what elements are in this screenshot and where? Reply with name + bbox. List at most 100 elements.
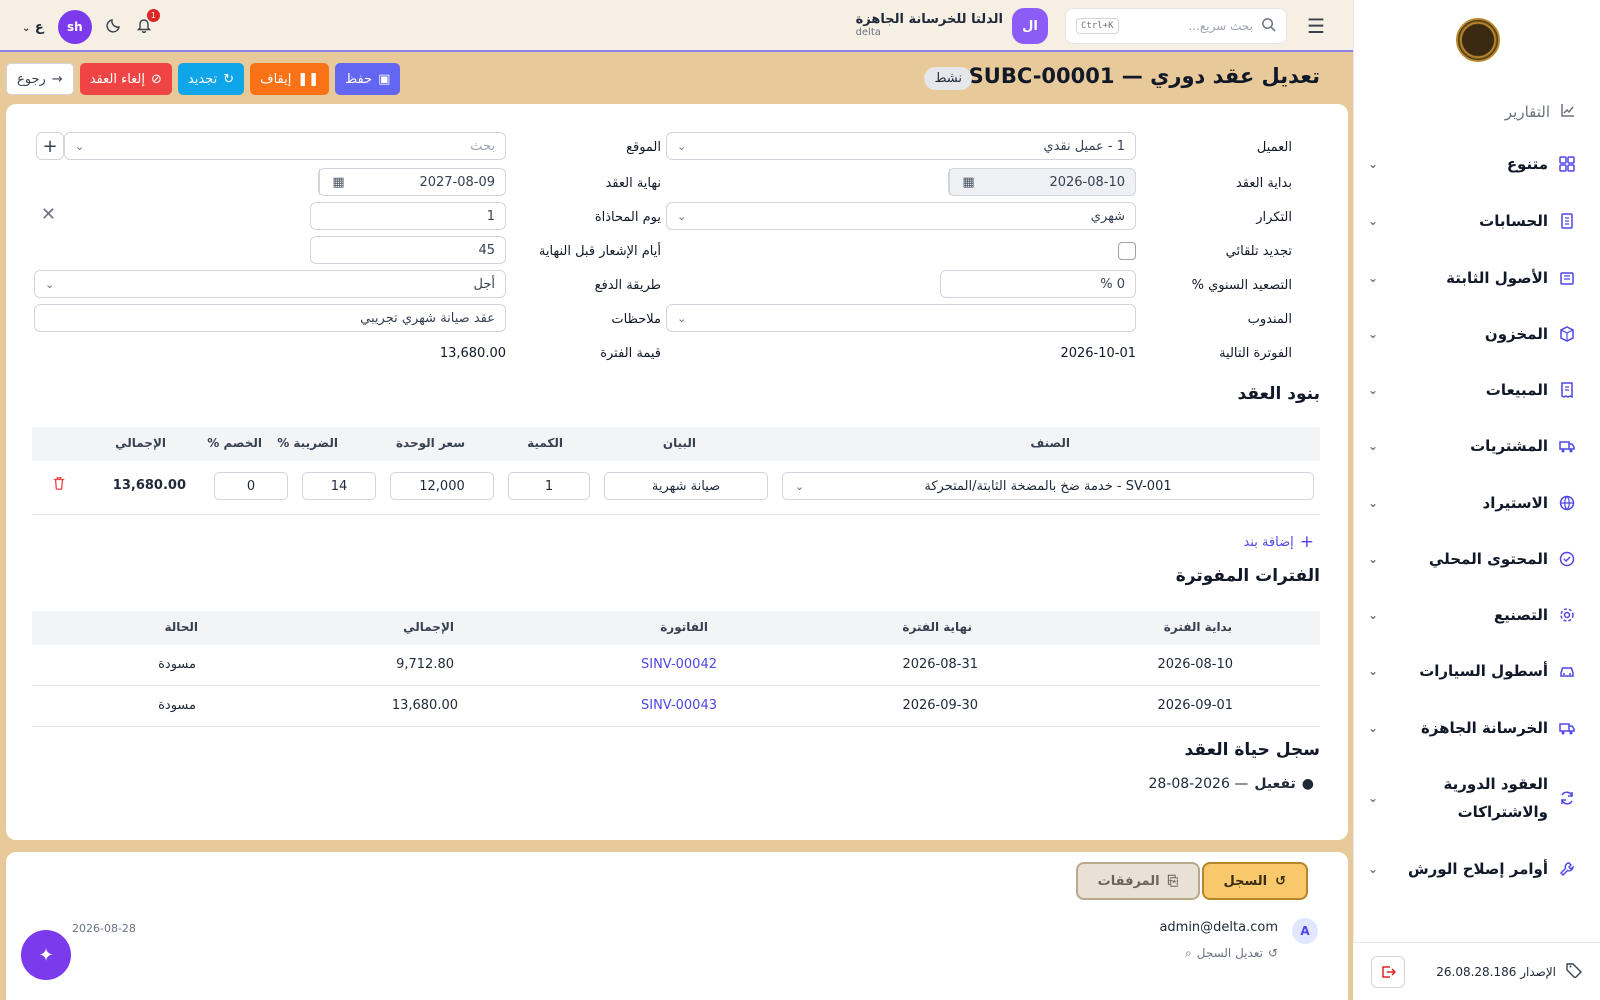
sidebar-item-subscriptions[interactable]: العقود الدورية والاشتراكات ⌄ bbox=[1368, 768, 1576, 828]
add-location-button[interactable]: + bbox=[36, 132, 64, 160]
sidebar-item-reports[interactable]: التقارير bbox=[1505, 98, 1576, 126]
sidebar-item-label: أوامر إصلاح الورش bbox=[1407, 860, 1548, 878]
customer-select[interactable]: 1 - عميل نقدي ⌄ bbox=[666, 132, 1136, 160]
sidebar-item-misc[interactable]: متنوع ⌄ bbox=[1368, 146, 1576, 182]
auto-renew-label: تجديد تلقائي bbox=[1225, 244, 1292, 259]
chevron-down-icon[interactable]: ⌄ bbox=[1368, 214, 1378, 228]
notice-days-input[interactable]: 45 bbox=[310, 236, 506, 264]
lines-divider bbox=[32, 514, 1320, 515]
chevron-down-icon[interactable]: ⌄ bbox=[1368, 721, 1378, 735]
truck-icon bbox=[1558, 719, 1576, 737]
notifications-bell-icon[interactable]: 1 bbox=[136, 9, 160, 37]
sidebar-item-sales[interactable]: المبيعات ⌄ bbox=[1368, 372, 1576, 408]
sidebar-item-accounts[interactable]: الحسابات ⌄ bbox=[1368, 203, 1576, 239]
cancel-contract-button[interactable]: ⊘ إلغاء العقد bbox=[79, 63, 172, 95]
chevron-down-icon[interactable]: ⌄ bbox=[1368, 383, 1378, 397]
notes-input[interactable]: عقد صيانة شهري تجريبي bbox=[34, 304, 506, 332]
sidebar-item-import[interactable]: الاستيراد ⌄ bbox=[1368, 485, 1576, 521]
chevron-down-icon: ⌄ bbox=[75, 139, 85, 153]
start-date-input[interactable]: 2026-08-10 ▦ bbox=[948, 168, 1136, 196]
plus-icon: + bbox=[42, 135, 58, 157]
line-discount-input[interactable]: 0 bbox=[214, 472, 288, 500]
sidebar-item-label: المخزون bbox=[1484, 325, 1548, 343]
save-button[interactable]: ▣ حفظ bbox=[335, 63, 401, 95]
sidebar-item-label: الخرسانة الجاهزة bbox=[1420, 719, 1548, 737]
sidebar-item-ready-mix[interactable]: الخرسانة الجاهزة ⌄ bbox=[1368, 710, 1576, 746]
user-avatar[interactable]: sh bbox=[57, 10, 92, 44]
sidebar-item-label: الأصول الثابتة bbox=[1446, 269, 1548, 287]
chevron-down-icon[interactable]: ⌄ bbox=[1368, 552, 1378, 566]
moon-icon[interactable] bbox=[106, 17, 122, 37]
chevron-down-icon: ⌄ bbox=[677, 139, 687, 153]
sidebar-item-inventory[interactable]: المخزون ⌄ bbox=[1368, 316, 1576, 352]
gear-icon bbox=[1558, 606, 1576, 624]
chevron-down-icon[interactable]: ⌄ bbox=[1368, 271, 1378, 285]
chevron-down-icon[interactable]: ⌄ bbox=[1368, 157, 1378, 171]
sidebar-item-manufacturing[interactable]: التصنيع ⌄ bbox=[1368, 597, 1576, 633]
period-value: 13,680.00 bbox=[439, 346, 506, 361]
billing-day-label: يوم المحاذاة bbox=[594, 210, 661, 225]
search-icon[interactable]: ⌕ bbox=[1185, 946, 1192, 961]
log-user-email: admin@delta.com bbox=[1159, 920, 1278, 935]
chevron-down-icon[interactable]: ⌄ bbox=[1368, 327, 1378, 341]
company-info[interactable]: الدلتا للخرسانة الجاهزة delta bbox=[856, 12, 1003, 38]
calendar-icon[interactable]: ▦ bbox=[949, 169, 987, 195]
trash-icon[interactable] bbox=[52, 476, 66, 494]
sidebar-item-local-content[interactable]: المحتوى المحلي ⌄ bbox=[1368, 541, 1576, 577]
company-code: delta bbox=[855, 27, 881, 38]
topbar: ☰ بحث سريع... Ctrl+K ال الدلتا للخرسانة … bbox=[0, 0, 1353, 52]
close-icon[interactable]: ✕ bbox=[41, 204, 56, 225]
line-tax-input[interactable]: 14 bbox=[302, 472, 376, 500]
company-avatar[interactable]: ال bbox=[1012, 8, 1048, 44]
logout-icon bbox=[1382, 965, 1396, 978]
receipt-icon bbox=[1558, 381, 1576, 399]
renew-button[interactable]: ↻ تجديد bbox=[177, 63, 245, 95]
customer-label: العميل bbox=[1256, 140, 1292, 155]
tab-log[interactable]: ↺ السجل bbox=[1201, 862, 1308, 900]
line-unit-price-input[interactable]: 12,000 bbox=[390, 472, 494, 500]
chevron-down-icon[interactable]: ⌄ bbox=[1368, 784, 1378, 812]
topbar-actions: 1 sh ع ⌄ bbox=[22, 9, 160, 44]
ai-assistant-button[interactable]: ✦ bbox=[21, 930, 71, 980]
chevron-down-icon[interactable]: ⌄ bbox=[1368, 664, 1378, 678]
tab-attachments[interactable]: ⎘ المرفقات bbox=[1075, 862, 1200, 900]
invoice-link[interactable]: SINV-00043 bbox=[641, 698, 717, 713]
calendar-icon[interactable]: ▦ bbox=[319, 169, 357, 195]
payment-method-select[interactable]: أجل ⌄ bbox=[34, 270, 506, 298]
quick-search-input[interactable]: بحث سريع... Ctrl+K bbox=[1065, 8, 1287, 44]
invoice-link[interactable]: SINV-00042 bbox=[641, 657, 717, 672]
location-select[interactable]: بحث ⌄ bbox=[64, 132, 506, 160]
chevron-down-icon[interactable]: ⌄ bbox=[1368, 862, 1378, 876]
escalation-input[interactable]: 0 % bbox=[940, 270, 1136, 298]
billing-day-input[interactable]: 1 bbox=[310, 202, 506, 230]
car-icon bbox=[1558, 662, 1576, 680]
line-item-select[interactable]: SV-001 - خدمة ضخ بالمضخة الثابتة/المتحرك… bbox=[782, 472, 1314, 500]
sparkles-icon: ✦ bbox=[38, 944, 54, 966]
sidebar-item-fleet[interactable]: أسطول السيارات ⌄ bbox=[1368, 653, 1576, 689]
sidebar-item-fixed-assets[interactable]: الأصول الثابتة ⌄ bbox=[1368, 260, 1576, 296]
add-line-button[interactable]: + إضافة بند bbox=[1243, 532, 1314, 552]
chevron-down-icon[interactable]: ⌄ bbox=[1368, 608, 1378, 622]
sidebar-item-purchases[interactable]: المشتريات ⌄ bbox=[1368, 428, 1576, 464]
sidebar: التقارير متنوع ⌄ الحسابات ⌄ الأصول الثاب… bbox=[1353, 0, 1600, 1000]
back-button[interactable]: → رجوع bbox=[6, 63, 74, 95]
line-description-input[interactable]: صيانة شهرية bbox=[604, 472, 768, 500]
end-date-input[interactable]: 2027-08-09 ▦ bbox=[318, 168, 506, 196]
chevron-down-icon[interactable]: ⌄ bbox=[1368, 496, 1378, 510]
auto-renew-checkbox[interactable] bbox=[1118, 242, 1136, 260]
period-end: 2026-08-31 bbox=[902, 657, 978, 672]
chevron-down-icon[interactable]: ⌄ bbox=[1368, 439, 1378, 453]
logout-button[interactable] bbox=[1371, 955, 1405, 988]
period-total: 9,712.80 bbox=[396, 657, 454, 672]
language-switcher[interactable]: ع ⌄ bbox=[22, 20, 44, 35]
sidebar-item-label: الاستيراد bbox=[1482, 494, 1548, 512]
hamburger-menu-icon[interactable]: ☰ bbox=[1307, 14, 1325, 38]
sidebar-item-label: أسطول السيارات bbox=[1419, 662, 1548, 680]
line-quantity-input[interactable]: 1 bbox=[508, 472, 590, 500]
pause-button[interactable]: ❚❚ إيقاف bbox=[250, 63, 330, 95]
contract-form-card: العميل 1 - عميل نقدي ⌄ الموقع بحث ⌄ + بد… bbox=[6, 104, 1348, 840]
frequency-select[interactable]: شهري ⌄ bbox=[666, 202, 1136, 230]
sidebar-footer: الإصدار 26.08.28.186 bbox=[1353, 942, 1600, 1000]
sidebar-item-workshop-orders[interactable]: أوامر إصلاح الورش ⌄ bbox=[1368, 851, 1576, 887]
sales-rep-select[interactable]: ⌄ bbox=[666, 304, 1136, 332]
